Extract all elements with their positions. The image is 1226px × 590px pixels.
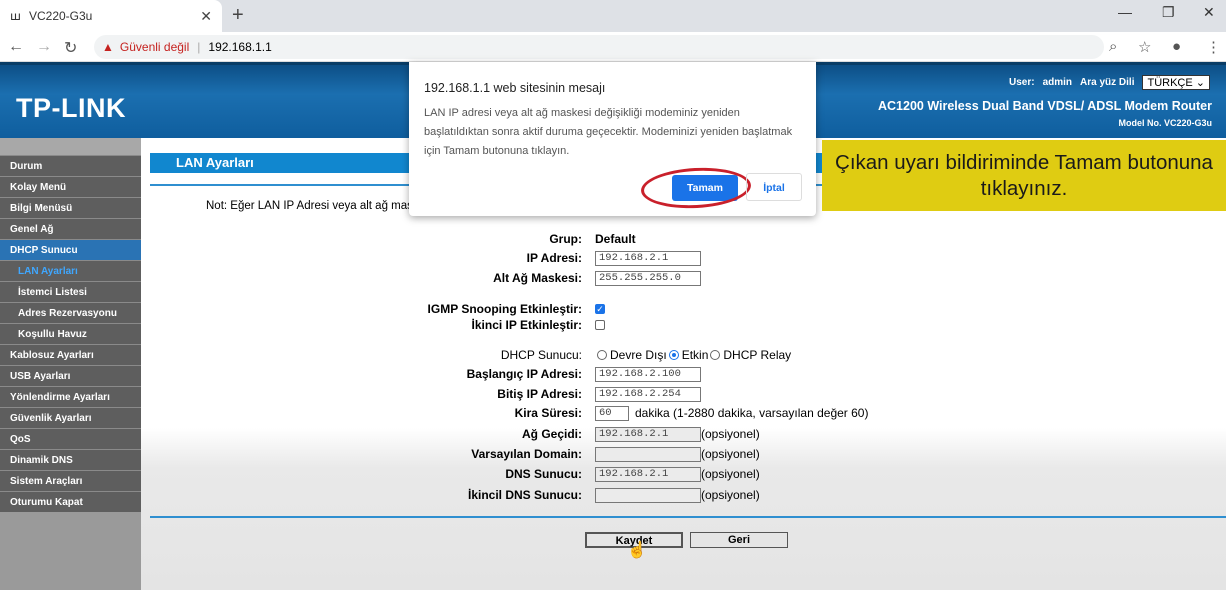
dhcp-label: DHCP Sunucu: [500,348,582,362]
sidebar-item-guvenlik[interactable]: Güvenlik Ayarları [0,407,141,428]
dhcp-disabled-radio[interactable] [597,350,607,360]
sidebar-item-durum[interactable]: Durum [0,155,141,176]
dialog-title: 192.168.1.1 web sitesinin mesajı [424,81,606,95]
highlight-circle [640,165,752,211]
gateway-input[interactable]: 192.168.2.1 [595,426,701,442]
sidebar-item-oturumu-kapat[interactable]: Oturumu Kapat [0,491,141,512]
product-name: AC1200 Wireless Dual Band VDSL/ ADSL Mod… [878,99,1212,113]
divider [150,516,1226,518]
dhcp-option-label: Devre Dışı [610,348,667,362]
instruction-callout: Çıkan uyarı bildiriminde Tamam butonuna … [822,140,1226,211]
dhcp-option-label: DHCP Relay [723,348,792,362]
dhcp-relay-radio[interactable] [710,350,721,360]
subnet-mask-input[interactable]: 255.255.255.0 [595,270,701,286]
second-ip-label: İkinci IP Etkinleştir: [471,318,582,332]
close-window-icon[interactable]: ✕ [1203,4,1215,21]
group-value: Default [595,232,636,246]
gateway-label: Ağ Geçidi: [521,427,582,441]
sidebar-item-yonlendirme[interactable]: Yönlendirme Ayarları [0,386,141,407]
igmp-checkbox[interactable]: ✓ [595,304,605,314]
dns-label: DNS Sunucu: [505,467,582,481]
star-icon[interactable]: ☆ [1138,38,1151,56]
sidebar-item-lan-ayarlari[interactable]: LAN Ayarları [0,260,141,281]
model-number: Model No. VC220-G3u [1118,118,1212,128]
sidebar-item-sistem-araclari[interactable]: Sistem Araçları [0,470,141,491]
profile-icon[interactable]: ● [1172,38,1181,55]
forward-icon[interactable]: → [36,38,52,56]
lease-time-input[interactable]: 60 [595,405,629,421]
lease-label: Kira Süresi: [514,406,582,420]
igmp-label: IGMP Snooping Etkinleştir: [427,302,582,316]
cancel-button[interactable]: İptal [746,173,802,201]
start-ip-label: Başlangıç IP Adresi: [466,367,582,381]
sidebar-item-kolay-menu[interactable]: Kolay Menü [0,176,141,197]
user-name: admin [1042,77,1073,88]
dns2-label: İkincil DNS Sunucu: [467,488,582,502]
optional-label: (opsiyonel) [701,447,760,461]
dhcp-option-label: Etkin [681,348,709,362]
sidebar-item-kablosuz[interactable]: Kablosuz Ayarları [0,344,141,365]
end-ip-label: Bitiş IP Adresi: [497,387,582,401]
sidebar-item-usb[interactable]: USB Ayarları [0,365,141,386]
sidebar-item-qos[interactable]: QoS [0,428,141,449]
back-icon[interactable]: ← [8,38,24,56]
address-bar: ← → ↻ ▲ Güvenli değil | 192.168.1.1 ⌕ ☆ … [0,32,1226,62]
sidebar-item-kosullu-havuz[interactable]: Koşullu Havuz [0,323,141,344]
sidebar-item-bilgi-menusu[interactable]: Bilgi Menüsü [0,197,141,218]
second-ip-checkbox[interactable] [595,320,605,330]
close-tab-icon[interactable]: ✕ [200,8,212,25]
sidebar-item-dhcp-sunucu[interactable]: DHCP Sunucu [0,239,141,260]
user-info: User: admin Ara yüz Dili TÜRKÇE ⌄ [1009,75,1210,90]
tp-link-logo: TP-LINK [16,93,126,123]
optional-label: (opsiyonel) [701,467,760,481]
domain-label: Varsayılan Domain: [471,447,582,461]
domain-input[interactable] [595,446,701,462]
security-label: Güvenli değil [119,40,190,54]
sidebar-item-istemci-listesi[interactable]: İstemci Listesi [0,281,141,302]
group-row: Grup: Default [141,230,636,248]
sidebar-item-adres-rezervasyonu[interactable]: Adres Rezervasyonu [0,302,141,323]
browser-tab-bar: ꟺ VC220-G3u ✕ + — ❐ ✕ [0,0,1226,32]
group-label: Grup: [549,232,582,246]
optional-label: (opsiyonel) [701,488,760,502]
sidebar: Durum Kolay Menü Bilgi Menüsü Genel Ağ D… [0,138,141,590]
zoom-icon[interactable]: ⌕ [1109,38,1117,55]
end-ip-input[interactable]: 192.168.2.254 [595,386,701,402]
hand-cursor-icon: ☝ [627,542,647,559]
language-select[interactable]: TÜRKÇE ⌄ [1142,75,1210,90]
sidebar-item-dinamik-dns[interactable]: Dinamik DNS [0,449,141,470]
dialog-message: LAN IP adresi veya alt ağ maskesi değişi… [424,107,793,157]
dns-input[interactable]: 192.168.2.1 [595,466,701,482]
start-ip-input[interactable]: 192.168.2.100 [595,366,701,382]
browser-tab[interactable]: ꟺ VC220-G3u ✕ [0,0,222,32]
dns2-input[interactable] [595,487,701,503]
ip-label: IP Adresi: [526,251,582,265]
menu-icon[interactable]: ⋮ [1206,38,1221,56]
alert-dialog: 192.168.1.1 web sitesinin mesajı LAN IP … [409,62,816,216]
minimize-icon[interactable]: — [1118,4,1132,20]
router-favicon-icon: ꟺ [10,9,21,23]
reload-icon[interactable]: ↻ [64,38,77,58]
sidebar-item-genel-ag[interactable]: Genel Ağ [0,218,141,239]
user-label: User: [1008,77,1035,88]
maximize-icon[interactable]: ❐ [1162,4,1175,21]
tab-title: VC220-G3u [28,9,93,23]
lease-hint: dakika (1-2880 dakika, varsayılan değer … [635,406,869,420]
new-tab-icon[interactable]: + [232,4,244,27]
lang-label: Ara yüz Dili [1080,77,1135,88]
url-input[interactable]: ▲ Güvenli değil | 192.168.1.1 [94,35,1104,59]
note-text: Not: Eğer LAN IP Adresi veya alt ağ mas [206,200,413,212]
mask-label: Alt Ağ Maskesi: [493,271,582,285]
back-button[interactable]: Geri [690,532,788,548]
dhcp-enabled-radio[interactable] [668,350,679,360]
language-value: TÜRKÇE [1147,77,1193,89]
url-text: 192.168.1.1 [208,40,272,54]
optional-label: (opsiyonel) [701,427,760,441]
ip-address-input[interactable]: 192.168.2.1 [595,250,701,266]
warning-icon: ▲ [102,40,114,54]
